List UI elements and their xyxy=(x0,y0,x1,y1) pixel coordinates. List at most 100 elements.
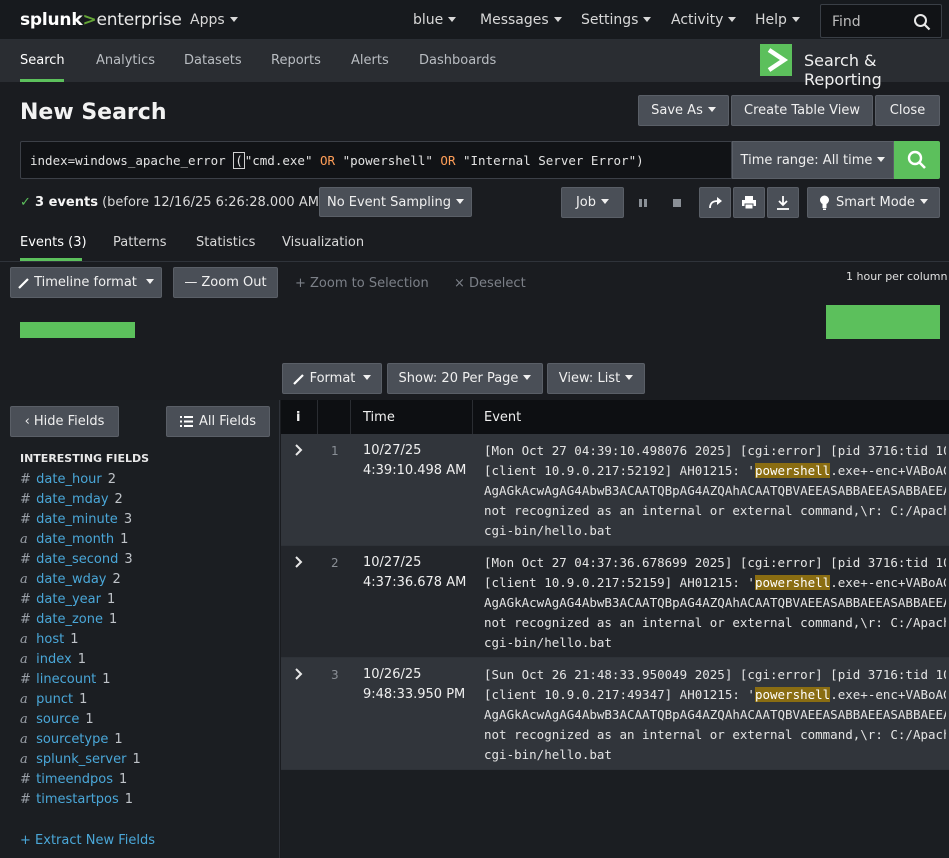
messages-menu[interactable]: Messages xyxy=(480,12,562,28)
tab-analytics[interactable]: Analytics xyxy=(96,53,155,68)
pause-button[interactable] xyxy=(627,188,659,218)
user-menu[interactable]: blue xyxy=(413,12,457,28)
field-item[interactable]: # date_minute 3 xyxy=(20,512,132,527)
chevron-right-icon[interactable] xyxy=(295,668,303,680)
search-submit-button[interactable] xyxy=(894,141,940,179)
chevron-down-icon xyxy=(728,16,737,22)
find-input[interactable]: Find xyxy=(820,4,942,38)
tab-events[interactable]: Events (3) xyxy=(20,235,87,250)
close-button[interactable]: Close xyxy=(875,95,940,126)
tab-alerts[interactable]: Alerts xyxy=(351,53,389,68)
field-item[interactable]: # date_mday 2 xyxy=(20,492,123,507)
search-term-highlight[interactable]: powershell xyxy=(754,463,831,478)
search-term-highlight[interactable]: powershell xyxy=(754,687,831,702)
field-name: date_wday xyxy=(36,572,107,587)
field-count: 1 xyxy=(79,692,88,707)
format-button[interactable]: Format xyxy=(282,363,382,394)
per-page-dropdown[interactable]: Show: 20 Per Page xyxy=(387,363,543,394)
view-mode-dropdown[interactable]: View: List xyxy=(547,363,645,394)
deselect-button[interactable]: × Deselect xyxy=(454,276,526,291)
column-separator xyxy=(317,400,318,434)
field-type-icon: # xyxy=(20,492,31,507)
timeline-bar[interactable] xyxy=(826,305,940,339)
event-time[interactable]: 10/27/25 4:37:36.678 AM xyxy=(363,553,466,593)
search-query-input[interactable]: index=windows_apache_error ("cmd.exe" OR… xyxy=(20,141,732,179)
event-sampling-dropdown[interactable]: No Event Sampling xyxy=(319,187,472,217)
field-item[interactable]: # date_zone 1 xyxy=(20,612,117,627)
pause-icon xyxy=(639,199,647,207)
field-item[interactable]: # timestartpos 1 xyxy=(20,792,133,807)
field-item[interactable]: a splunk_server 1 xyxy=(20,752,141,767)
field-type-icon: # xyxy=(20,472,31,487)
zoom-to-selection-button[interactable]: + Zoom to Selection xyxy=(295,276,429,291)
field-count: 1 xyxy=(114,732,123,747)
tab-datasets[interactable]: Datasets xyxy=(184,53,242,68)
stop-button[interactable] xyxy=(661,188,693,218)
events-status: ✓ 3 events (before 12/16/25 6:26:28.000 … xyxy=(20,195,325,210)
field-count: 1 xyxy=(124,792,134,807)
field-name: timeendpos xyxy=(36,772,113,787)
field-name: linecount xyxy=(36,672,97,687)
save-as-button[interactable]: Save As xyxy=(638,95,729,126)
activity-menu[interactable]: Activity xyxy=(671,12,737,28)
extract-new-fields-link[interactable]: + Extract New Fields xyxy=(20,833,155,848)
chevron-down-icon xyxy=(919,199,928,204)
help-menu[interactable]: Help xyxy=(755,12,800,28)
field-item[interactable]: # linecount 1 xyxy=(20,672,111,687)
pencil-icon xyxy=(292,373,304,385)
timeline-bar[interactable] xyxy=(20,322,135,338)
timeline-format-button[interactable]: Timeline format xyxy=(10,267,162,298)
search-mode-dropdown[interactable]: Smart Mode xyxy=(807,187,940,218)
field-item[interactable]: a index 1 xyxy=(20,652,86,667)
create-table-view-button[interactable]: Create Table View xyxy=(731,95,873,126)
time-range-picker[interactable]: Time range: All time xyxy=(732,141,894,179)
field-item[interactable]: a host 1 xyxy=(20,632,79,647)
share-button[interactable] xyxy=(699,187,731,218)
field-item[interactable]: a punct 1 xyxy=(20,692,87,707)
field-name: splunk_server xyxy=(36,752,127,767)
field-count: 3 xyxy=(123,512,133,527)
hide-fields-button[interactable]: ‹ Hide Fields xyxy=(10,406,119,437)
chevron-down-icon xyxy=(553,16,562,22)
field-type-icon: a xyxy=(20,732,28,747)
chevron-right-icon[interactable] xyxy=(295,444,303,456)
print-button[interactable] xyxy=(733,187,765,218)
field-item[interactable]: # date_second 3 xyxy=(20,552,133,567)
field-name: index xyxy=(36,652,72,667)
export-button[interactable] xyxy=(767,187,799,218)
field-item[interactable]: a sourcetype 1 xyxy=(20,732,123,747)
all-fields-button[interactable]: All Fields xyxy=(166,406,270,437)
search-term-highlight[interactable]: powershell xyxy=(754,575,831,590)
tab-visualization[interactable]: Visualization xyxy=(282,235,364,250)
tab-dashboards[interactable]: Dashboards xyxy=(419,53,496,68)
job-menu-button[interactable]: Job xyxy=(561,187,624,218)
tab-patterns[interactable]: Patterns xyxy=(113,235,167,250)
chevron-down-icon xyxy=(363,375,372,380)
field-item[interactable]: # timeendpos 1 xyxy=(20,772,127,787)
field-item[interactable]: # date_year 1 xyxy=(20,592,115,607)
field-item[interactable]: a source 1 xyxy=(20,712,94,727)
tab-search[interactable]: Search xyxy=(20,53,65,68)
field-item[interactable]: a date_month 1 xyxy=(20,532,128,547)
column-separator xyxy=(472,400,473,434)
row-index: 3 xyxy=(331,668,339,682)
apps-menu[interactable]: Apps xyxy=(190,12,238,28)
chevron-right-icon[interactable] xyxy=(295,556,303,568)
chevron-down-icon xyxy=(145,279,154,284)
field-type-icon: a xyxy=(20,692,28,707)
download-icon xyxy=(777,195,789,210)
field-type-icon: # xyxy=(20,772,31,787)
time-column-header[interactable]: Time xyxy=(363,410,395,425)
field-item[interactable]: # date_hour 2 xyxy=(20,472,116,487)
field-type-icon: a xyxy=(20,532,28,547)
event-time[interactable]: 10/27/25 4:39:10.498 AM xyxy=(363,441,466,481)
splunk-logo[interactable]: splunk>enterprise xyxy=(20,10,182,30)
tab-statistics[interactable]: Statistics xyxy=(196,235,255,250)
tab-reports[interactable]: Reports xyxy=(271,53,321,68)
field-name: punct xyxy=(36,692,74,707)
field-item[interactable]: a date_wday 2 xyxy=(20,572,121,587)
zoom-out-button[interactable]: — Zoom Out xyxy=(173,267,278,298)
settings-menu[interactable]: Settings xyxy=(581,12,652,28)
event-time[interactable]: 10/26/25 9:48:33.950 PM xyxy=(363,665,465,705)
chevron-left-icon: ‹ xyxy=(24,414,30,429)
